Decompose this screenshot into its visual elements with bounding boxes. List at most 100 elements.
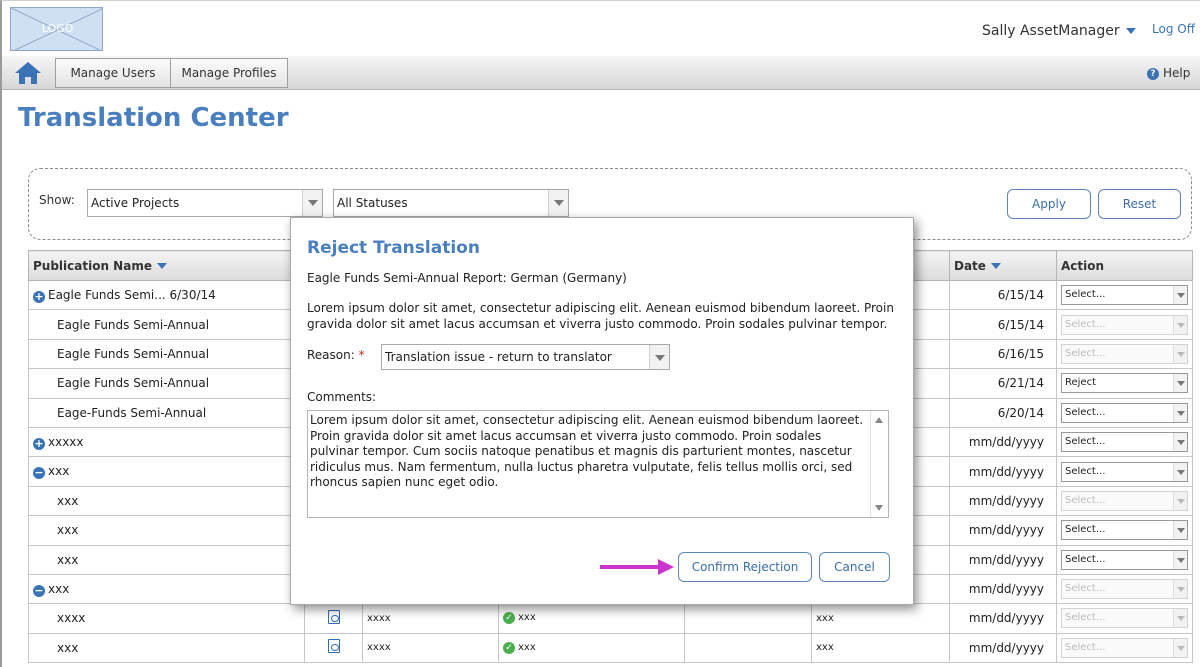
date-text: mm/dd/yyyy bbox=[968, 464, 1044, 479]
date-text: mm/dd/yyyy bbox=[968, 493, 1044, 508]
publication-name: Eagle Funds Semi-Annual bbox=[57, 346, 210, 361]
action-cell: Reject bbox=[1056, 368, 1193, 399]
help-link[interactable]: ? Help bbox=[1147, 66, 1190, 80]
publication-name: Eage-Funds Semi-Annual bbox=[57, 405, 207, 420]
dropdown-arrow-icon bbox=[1173, 462, 1187, 481]
reason-select-value: Translation issue - return to translator bbox=[385, 350, 612, 364]
date-cell: mm/dd/yyyy bbox=[949, 515, 1057, 546]
home-icon[interactable] bbox=[14, 60, 42, 86]
publication-name-cell: xxx bbox=[28, 515, 305, 546]
modal-subtitle: Eagle Funds Semi-Annual Report: German (… bbox=[307, 271, 627, 285]
date-text: mm/dd/yyyy bbox=[968, 552, 1044, 567]
action-select-value: Select... bbox=[1065, 436, 1106, 448]
status-filter-select[interactable]: All Statuses bbox=[333, 189, 569, 217]
date-cell: mm/dd/yyyy bbox=[949, 456, 1057, 487]
cell-3: xxxx bbox=[362, 603, 499, 634]
action-select-value: Select... bbox=[1065, 641, 1106, 653]
reason-label: Reason: * bbox=[307, 348, 365, 362]
action-select-value: Select... bbox=[1065, 583, 1106, 595]
action-select: Select... bbox=[1061, 343, 1188, 364]
collapse-icon[interactable]: − bbox=[33, 467, 45, 480]
logo: LOGO bbox=[10, 7, 103, 51]
date-cell: 6/21/14 bbox=[949, 368, 1057, 399]
date-text: 6/16/15 bbox=[997, 346, 1044, 361]
action-select-value: Reject bbox=[1065, 377, 1097, 389]
action-select[interactable]: Select... bbox=[1061, 549, 1188, 570]
action-select[interactable]: Select... bbox=[1061, 402, 1188, 423]
dropdown-arrow-icon bbox=[1173, 374, 1187, 393]
reset-button[interactable]: Reset bbox=[1098, 189, 1181, 219]
scroll-up-icon[interactable] bbox=[875, 417, 883, 423]
reject-translation-modal: Reject Translation Eagle Funds Semi-Annu… bbox=[290, 217, 914, 605]
col-header-publication-label: Publication Name bbox=[33, 258, 152, 273]
comments-scrollbar[interactable] bbox=[870, 411, 888, 517]
status-filter-value: All Statuses bbox=[337, 196, 408, 210]
action-cell: Select... bbox=[1056, 279, 1193, 311]
col-header-date[interactable]: Date bbox=[949, 250, 1057, 281]
pdf-icon[interactable] bbox=[327, 639, 340, 654]
date-cell: mm/dd/yyyy bbox=[949, 632, 1057, 664]
publication-name-cell: + xxxxx bbox=[28, 426, 305, 458]
nav-manage-users[interactable]: Manage Users bbox=[55, 58, 171, 88]
publication-name: Eagle Funds Semi-Annual bbox=[57, 317, 210, 332]
expand-icon[interactable]: + bbox=[33, 290, 45, 303]
pdf-icon[interactable] bbox=[327, 609, 340, 624]
table-row[interactable]: xxx xxxx ✓ xxx xxx mm/dd/yyyy Select... bbox=[28, 632, 1193, 664]
comments-textarea[interactable]: Lorem ipsum dolor sit amet, consectetur … bbox=[307, 410, 889, 518]
action-select[interactable]: Select... bbox=[1061, 432, 1188, 453]
logoff-link[interactable]: Log Off bbox=[1152, 22, 1195, 36]
collapse-icon[interactable]: − bbox=[33, 584, 45, 597]
help-label: Help bbox=[1163, 66, 1191, 80]
cell-3-text: xxxx bbox=[367, 612, 391, 624]
check-icon: ✓ bbox=[503, 612, 515, 625]
date-cell: mm/dd/yyyy bbox=[949, 603, 1057, 634]
project-filter-select[interactable]: Active Projects bbox=[87, 189, 323, 217]
publication-name-cell: xxxx bbox=[28, 603, 305, 634]
action-select-value: Select... bbox=[1065, 524, 1106, 536]
action-select[interactable]: Select... bbox=[1061, 285, 1188, 306]
table-row[interactable]: xxxx xxxx ✓ xxx xxx mm/dd/yyyy Select... bbox=[28, 603, 1193, 634]
reason-label-text: Reason: bbox=[307, 348, 355, 362]
cell-6-text: xxx bbox=[816, 612, 834, 624]
action-cell: Select... bbox=[1056, 309, 1193, 340]
date-text: 6/15/14 bbox=[997, 317, 1044, 332]
scroll-down-icon[interactable] bbox=[875, 505, 883, 511]
comments-text: Lorem ipsum dolor sit amet, consectetur … bbox=[310, 413, 864, 489]
chevron-down-icon bbox=[1125, 28, 1136, 34]
user-menu[interactable]: Sally AssetManager bbox=[982, 23, 1136, 39]
dropdown-arrow-icon bbox=[649, 345, 669, 369]
publication-name: xxx bbox=[48, 581, 70, 596]
cancel-button[interactable]: Cancel bbox=[819, 552, 890, 582]
action-select[interactable]: Select... bbox=[1061, 520, 1188, 541]
col-header-action: Action bbox=[1056, 250, 1193, 281]
publication-name: xxx bbox=[48, 464, 70, 479]
action-select-value: Select... bbox=[1065, 465, 1106, 477]
date-text: mm/dd/yyyy bbox=[968, 435, 1044, 450]
dropdown-arrow-icon bbox=[1173, 286, 1187, 305]
action-select[interactable]: Reject bbox=[1061, 373, 1188, 394]
dropdown-arrow-icon bbox=[1173, 315, 1187, 334]
action-select: Select... bbox=[1061, 637, 1188, 658]
expand-icon[interactable]: + bbox=[33, 437, 45, 450]
publication-name: xxx bbox=[57, 552, 79, 567]
nav-manage-profiles[interactable]: Manage Profiles bbox=[170, 58, 288, 88]
publication-name-cell: Eagle Funds Semi-Annual bbox=[28, 309, 305, 340]
action-select-value: Select... bbox=[1065, 289, 1106, 301]
action-select-value: Select... bbox=[1065, 318, 1106, 330]
confirm-rejection-button[interactable]: Confirm Rejection bbox=[678, 552, 812, 582]
check-icon: ✓ bbox=[503, 641, 515, 654]
action-select[interactable]: Select... bbox=[1061, 461, 1188, 482]
date-text: mm/dd/yyyy bbox=[968, 523, 1044, 538]
col-header-publication[interactable]: Publication Name bbox=[28, 250, 305, 281]
reason-select[interactable]: Translation issue - return to translator bbox=[381, 344, 670, 370]
action-select: Select... bbox=[1061, 314, 1188, 335]
publication-name: xxx bbox=[57, 523, 79, 538]
cell-3: xxxx bbox=[362, 632, 499, 664]
cell-6: xxx bbox=[811, 632, 950, 664]
cell-5 bbox=[684, 603, 812, 634]
dropdown-arrow-icon bbox=[1173, 521, 1187, 540]
date-cell: mm/dd/yyyy bbox=[949, 544, 1057, 575]
date-cell: mm/dd/yyyy bbox=[949, 573, 1057, 605]
apply-button[interactable]: Apply bbox=[1007, 189, 1091, 219]
action-select-value: Select... bbox=[1065, 553, 1106, 565]
